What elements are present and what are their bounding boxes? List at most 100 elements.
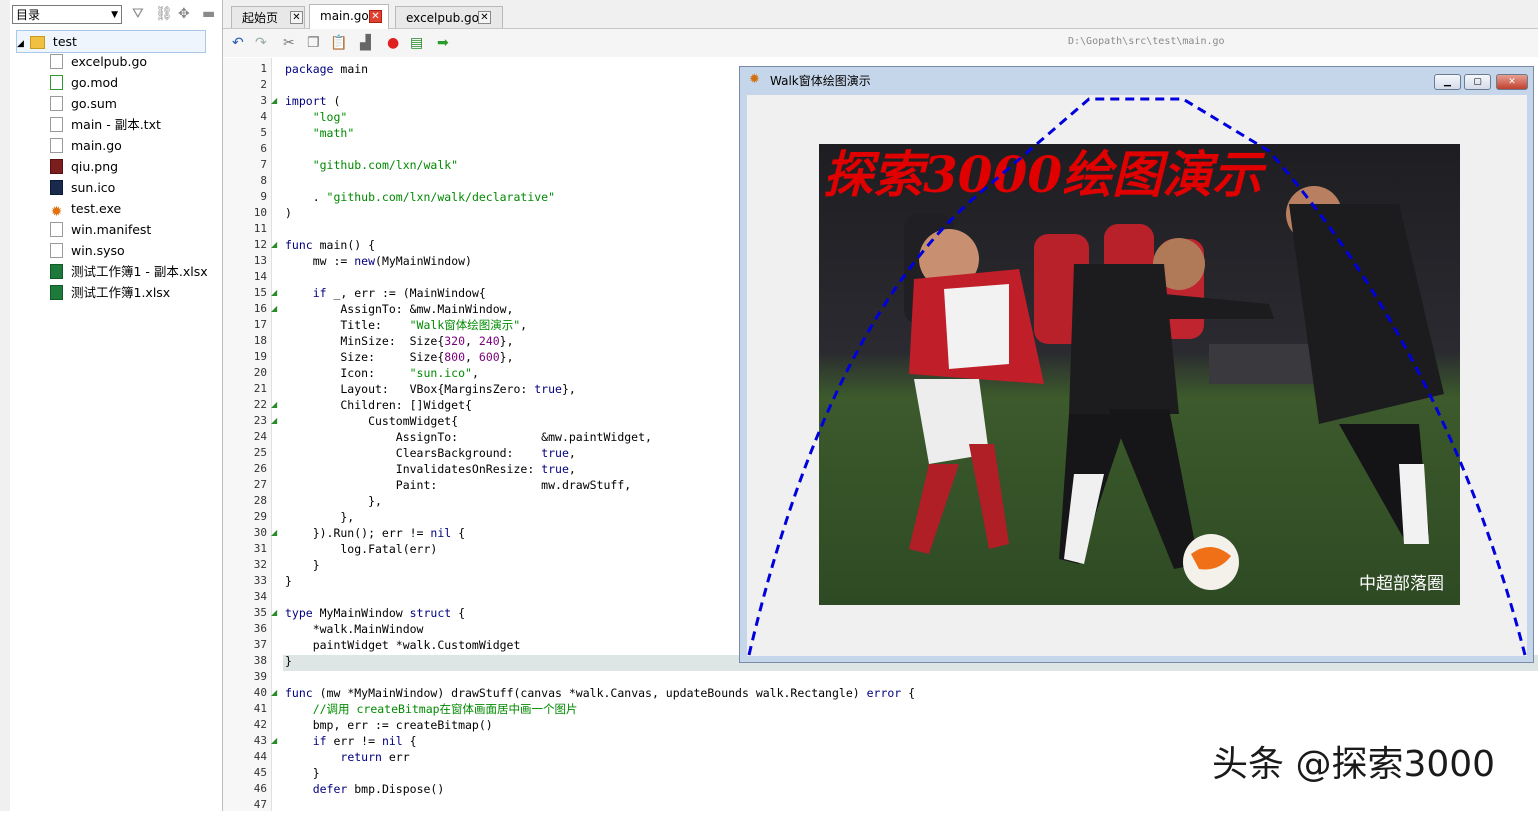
code-line[interactable]: MinSize: Size{320, 240}, [285, 333, 513, 349]
close-icon[interactable]: ✕ [369, 10, 382, 23]
directory-combo[interactable]: 目录 ▼ [12, 5, 122, 24]
code-line[interactable]: CustomWidget{ [285, 413, 458, 429]
code-line[interactable]: Children: []Widget{ [285, 397, 472, 413]
stop-icon[interactable]: ● [387, 35, 399, 51]
code-line[interactable]: func (mw *MyMainWindow) drawStuff(canvas… [285, 685, 915, 701]
line-number: 38 [253, 654, 267, 667]
code-line[interactable]: "math" [285, 125, 355, 141]
code-line[interactable]: "log" [285, 109, 348, 125]
file-tree-item[interactable]: qiu.png [50, 156, 118, 177]
move-icon[interactable]: ✥ [178, 7, 190, 21]
code-line[interactable]: if err != nil { [285, 733, 417, 749]
undo-icon[interactable]: ↶ [232, 35, 244, 51]
line-number: 28 [253, 494, 267, 507]
build-icon[interactable]: ▟ [360, 35, 371, 51]
close-button[interactable]: ✕ [1496, 74, 1528, 90]
copy-icon[interactable]: ❐ [307, 35, 320, 51]
link-icon[interactable]: ⛓ [155, 7, 173, 21]
code-line[interactable]: } [285, 573, 292, 589]
code-line[interactable]: AssignTo: &mw.paintWidget, [285, 429, 652, 445]
file-gomod-icon [50, 75, 63, 90]
code-line[interactable]: ClearsBackground: true, [285, 445, 576, 461]
file-tree-item[interactable]: main.go [50, 135, 122, 156]
code-line[interactable]: }).Run(); err != nil { [285, 525, 465, 541]
code-line[interactable]: ) [285, 205, 292, 221]
code-line[interactable]: Size: Size{800, 600}, [285, 349, 513, 365]
walk-window-titlebar[interactable]: ✹ Walk窗体绘图演示 ▁ ▢ ✕ [740, 67, 1533, 95]
line-number: 10 [253, 206, 267, 219]
tab-label: excelpub.go [406, 11, 479, 25]
redo-icon[interactable]: ↷ [255, 35, 267, 51]
code-line[interactable]: InvalidatesOnResize: true, [285, 461, 576, 477]
code-line[interactable]: "github.com/lxn/walk" [285, 157, 458, 173]
walk-window[interactable]: ✹ Walk窗体绘图演示 ▁ ▢ ✕ 探索3000绘图演示 中超部落圈 [739, 66, 1534, 663]
tab-main-go[interactable]: main.go ✕ [309, 4, 389, 29]
maximize-button[interactable]: ▢ [1464, 74, 1491, 90]
code-line[interactable]: } [285, 557, 320, 573]
code-line[interactable]: import ( [285, 93, 340, 109]
line-number: 37 [253, 638, 267, 651]
tree-root-label: test [52, 34, 77, 49]
maximize-icon: ▢ [1473, 77, 1482, 87]
code-line[interactable]: func main() { [285, 237, 375, 253]
code-line[interactable]: if _, err := (MainWindow{ [285, 285, 486, 301]
fold-marker-icon[interactable]: ◢ [271, 689, 277, 697]
code-line[interactable]: } [285, 653, 292, 669]
expand-arrow-icon[interactable]: ◢ [17, 39, 24, 49]
code-line[interactable]: . "github.com/lxn/walk/declarative" [285, 189, 555, 205]
minimize-icon[interactable]: ▬ [202, 7, 215, 21]
paste-icon[interactable]: 📋 [330, 35, 347, 51]
chevron-down-icon[interactable]: ▼ [111, 6, 118, 25]
fold-marker-icon[interactable]: ◢ [271, 529, 277, 537]
file-tree-item[interactable]: 测试工作簿1 - 副本.xlsx [50, 261, 208, 282]
code-line[interactable]: }, [285, 509, 354, 525]
file-tree-item[interactable]: sun.ico [50, 177, 115, 198]
code-line[interactable]: type MyMainWindow struct { [285, 605, 465, 621]
close-icon[interactable]: ✕ [478, 11, 491, 24]
fold-marker-icon[interactable]: ◢ [271, 97, 277, 105]
run-icon[interactable]: ➡ [437, 35, 449, 51]
code-line[interactable]: } [285, 765, 320, 781]
code-line[interactable]: Paint: mw.drawStuff, [285, 477, 631, 493]
code-line[interactable]: return err [285, 749, 409, 765]
file-tree-item[interactable]: win.syso [50, 240, 125, 261]
code-line[interactable]: Icon: "sun.ico", [285, 365, 479, 381]
fold-marker-icon[interactable]: ◢ [271, 417, 277, 425]
file-tree-item[interactable]: ✹ test.exe [50, 198, 122, 220]
code-line[interactable]: paintWidget *walk.CustomWidget [285, 637, 521, 653]
code-line[interactable]: Layout: VBox{MarginsZero: true}, [285, 381, 575, 397]
file-tree-item[interactable]: win.manifest [50, 219, 151, 240]
code-line[interactable]: Title: "Walk窗体绘图演示", [285, 317, 527, 333]
fold-marker-icon[interactable]: ◢ [271, 289, 277, 297]
line-number: 35 [253, 606, 267, 619]
fold-marker-icon[interactable]: ◢ [271, 305, 277, 313]
tree-root[interactable]: ◢ test [16, 30, 206, 53]
cut-icon[interactable]: ✂ [283, 35, 295, 51]
file-tree-item[interactable]: main - 副本.txt [50, 114, 161, 135]
file-tree-item[interactable]: 测试工作簿1.xlsx [50, 282, 170, 303]
fold-marker-icon[interactable]: ◢ [271, 401, 277, 409]
tab-excelpub-go[interactable]: excelpub.go ✕ [395, 6, 503, 28]
fold-marker-icon[interactable]: ◢ [271, 609, 277, 617]
fold-marker-icon[interactable]: ◢ [271, 241, 277, 249]
code-line[interactable]: defer bmp.Dispose() [285, 781, 445, 797]
filter-icon[interactable]: ⛛ [132, 7, 144, 21]
minimize-button[interactable]: ▁ [1434, 74, 1461, 90]
code-line[interactable]: bmp, err := createBitmap() [285, 717, 493, 733]
line-number: 41 [253, 702, 267, 715]
code-line[interactable]: package main [285, 61, 368, 77]
code-line[interactable]: }, [285, 493, 382, 509]
tab-start-page[interactable]: 起始页 ✕ [231, 6, 305, 28]
code-line[interactable]: AssignTo: &mw.MainWindow, [285, 301, 513, 317]
code-line[interactable]: mw := new(MyMainWindow) [285, 253, 472, 269]
code-line[interactable]: log.Fatal(err) [285, 541, 437, 557]
file-tree-item[interactable]: go.mod [50, 72, 118, 93]
code-line[interactable]: *walk.MainWindow [285, 621, 424, 637]
file-tree-item[interactable]: excelpub.go [50, 51, 147, 72]
fold-marker-icon[interactable]: ◢ [271, 737, 277, 745]
close-icon[interactable]: ✕ [290, 11, 303, 24]
run-file-icon[interactable]: ▤ [410, 35, 423, 51]
code-line[interactable]: //调用 createBitmap在窗体画面居中画一个图片 [285, 701, 578, 717]
tab-label: 起始页 [242, 11, 279, 25]
file-tree-item[interactable]: go.sum [50, 93, 117, 114]
